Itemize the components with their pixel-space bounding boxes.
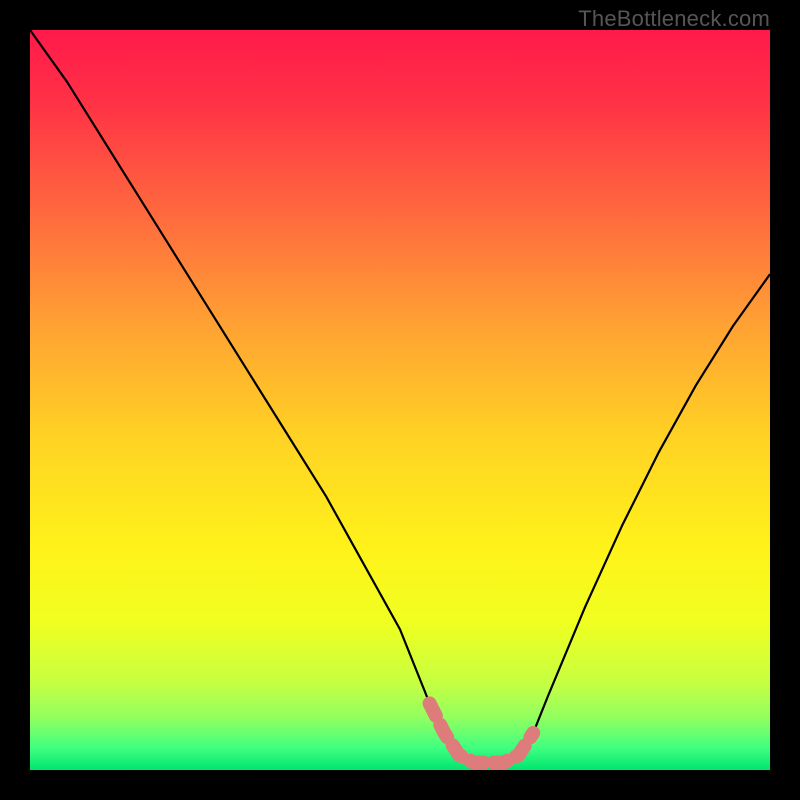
bottleneck-chart: TheBottleneck.com [0,0,800,800]
bottleneck-curve [30,30,770,763]
plot-area [30,30,770,770]
curve-layer [30,30,770,770]
watermark-text: TheBottleneck.com [578,6,770,32]
bottom-highlight [430,703,534,762]
